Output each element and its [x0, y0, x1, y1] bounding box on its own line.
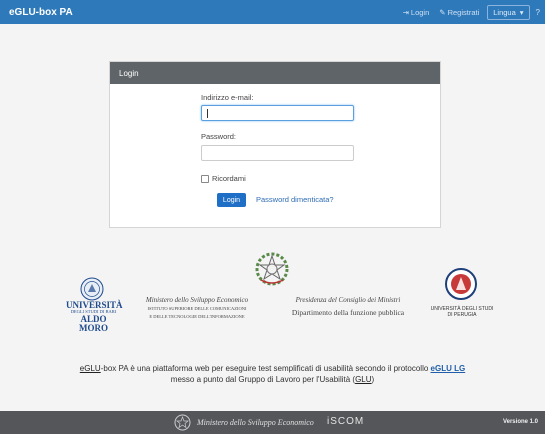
- remember-checkbox[interactable]: [201, 174, 209, 183]
- top-navbar: eGLU-box PA ⇥ Login ✎ Registrati Lingua …: [0, 0, 545, 24]
- uniba-line3: ALDO MORO: [79, 313, 108, 333]
- forgot-password-link[interactable]: Password dimenticata?: [256, 195, 334, 204]
- ministry-line1: ISTITUTO SUPERIORE DELLE COMUNICAZIONI: [147, 306, 247, 311]
- uniba-wordmark: UNIVERSITÀ DEGLI STUDI DI BARI ALDO MORO: [66, 301, 123, 333]
- unipg-wordmark: UNIVERSITÀ DEGLI STUDI DI PERUGIA: [428, 306, 496, 318]
- remember-label: Ricordami: [212, 174, 246, 183]
- footer-ministry-script: Ministero dello Sviluppo Economico: [197, 418, 314, 427]
- login-panel: Login Indirizzo e-mail: Password: Ricord…: [109, 61, 441, 228]
- footer-iscom-logo: iSCOM: [327, 416, 365, 427]
- ministry-logo: Ministero dello Sviluppo Economico ISTIT…: [132, 296, 262, 320]
- register-link[interactable]: ✎ Registrati: [439, 8, 479, 17]
- brand-mention: eGLU: [79, 364, 101, 373]
- login-icon: ⇥: [402, 7, 409, 17]
- language-dropdown[interactable]: Lingua ▾: [487, 4, 530, 20]
- description-text1: -box PA è una piattaforma web per esegui…: [100, 364, 431, 373]
- italian-republic-emblem-logo: [255, 252, 289, 286]
- register-link-label: Registrati: [447, 7, 480, 17]
- pcm-script: Presidenza del Consiglio dei Ministri: [295, 296, 401, 304]
- login-button[interactable]: Login: [217, 193, 246, 207]
- description-text3: ): [371, 374, 375, 384]
- pencil-icon: ✎: [439, 7, 446, 17]
- email-label: Indirizzo e-mail:: [201, 93, 254, 102]
- top-nav-links: ⇥ Login ✎ Registrati Lingua ▾ ?: [393, 0, 545, 24]
- caret-down-icon: ▾: [519, 7, 524, 17]
- version-label: Versione 1.0: [502, 419, 538, 425]
- pcm-department: Dipartimento della funzione pubblica: [291, 308, 405, 317]
- unipg-seal-icon: [445, 268, 477, 300]
- login-link-label: Login: [410, 7, 430, 17]
- email-input[interactable]: [201, 105, 354, 121]
- help-button[interactable]: ?: [536, 8, 540, 17]
- unipg-line2: DI PERUGIA: [447, 312, 477, 318]
- footer-emblem-icon: [174, 414, 191, 431]
- login-panel-header: Login: [110, 62, 440, 84]
- login-panel-title: Login: [119, 68, 139, 78]
- uniba-seal-icon: [80, 277, 104, 301]
- remember-me[interactable]: Ricordami: [201, 174, 246, 183]
- brand-logo[interactable]: eGLU-box PA: [9, 7, 73, 18]
- glu-link[interactable]: GLU: [355, 375, 371, 384]
- text-caret: [207, 109, 208, 118]
- ministry-script: Ministero dello Sviluppo Economico: [145, 296, 249, 304]
- language-label: Lingua: [493, 7, 516, 17]
- login-link[interactable]: ⇥ Login: [403, 8, 430, 17]
- pcm-logo: Presidenza del Consiglio dei Ministri Di…: [268, 296, 428, 317]
- password-label: Password:: [201, 132, 237, 141]
- password-input[interactable]: [201, 145, 354, 161]
- platform-description: eGLU-box PA è una piattaforma web per es…: [60, 364, 485, 386]
- ministry-line2: E DELLE TECNOLOGIE DELL'INFORMAZIONE: [149, 313, 245, 319]
- footer: Ministero dello Sviluppo Economico iSCOM…: [0, 411, 545, 434]
- description-text2: messo a punto dal Gruppo di Lavoro per l…: [170, 374, 356, 384]
- eglu-lg-link[interactable]: eGLU LG: [431, 364, 466, 373]
